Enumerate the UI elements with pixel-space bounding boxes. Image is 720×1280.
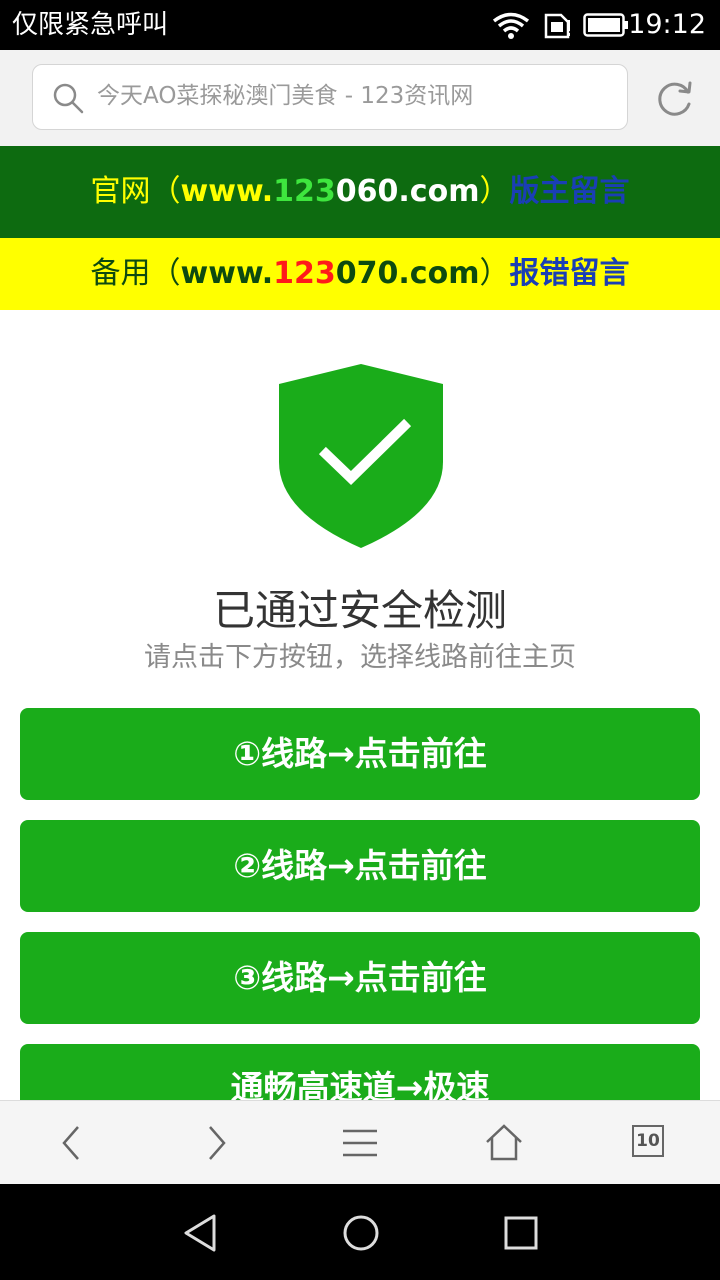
route-2-button[interactable]: ②线路→点击前往 [20,820,700,912]
report-error-link[interactable]: 报错留言 [509,256,629,291]
route-1-button[interactable]: ①线路→点击前往 [20,708,700,800]
home-icon[interactable] [484,1123,524,1163]
security-instruction: 请点击下方按钮，选择线路前往主页 [144,642,576,673]
tabs-count: 10 [636,1131,660,1151]
nav-recents-icon[interactable] [500,1212,542,1254]
backup-site-banner[interactable]: 备用（www.123070.com）报错留言 [0,238,720,310]
browser-toolbar: 10 [0,1100,720,1184]
tabs-icon[interactable]: 10 [632,1125,664,1157]
backup-url-www: www. [180,256,274,291]
nav-back-icon[interactable] [180,1212,222,1254]
back-icon[interactable] [52,1123,92,1163]
official-suffix: ） [479,174,510,209]
backup-prefix: 备用（ [90,256,181,291]
search-icon [53,83,84,114]
nav-home-icon[interactable] [340,1212,382,1254]
status-time: 19:12 [628,9,706,40]
wifi-icon [492,12,530,39]
menu-icon[interactable] [340,1123,380,1163]
official-url-rest: 060.com [335,174,480,209]
route-3-button[interactable]: ③线路→点击前往 [20,932,700,1024]
url-text: 今天AO菜探秘澳门美食 - 123资讯网 [97,83,474,109]
moderator-message-link[interactable]: 版主留言 [509,174,629,209]
url-field[interactable]: 今天AO菜探秘澳门美食 - 123资讯网 [32,64,628,130]
backup-url-number: 123 [273,256,336,291]
battery-icon [583,13,628,37]
security-passed-title: 已通过安全检测 [212,586,507,635]
backup-url-rest: 070.com [335,256,480,291]
official-url-number: 123 [273,174,336,209]
official-site-banner[interactable]: 官网（www.123060.com）版主留言 [0,146,720,238]
backup-suffix: ） [479,256,510,291]
reload-icon[interactable] [652,78,696,120]
shield-check-icon [279,364,443,548]
carrier-label: 仅限紧急呼叫 [12,10,169,40]
status-bar: 仅限紧急呼叫 19:12 [0,0,720,50]
system-nav-bar [0,1184,720,1280]
express-route-button[interactable]: 通畅高速道→极速 [20,1044,700,1100]
official-prefix: 官网（ [90,174,181,209]
sim-alert-icon [544,13,570,39]
forward-icon[interactable] [196,1123,236,1163]
official-url-www: www. [180,174,274,209]
